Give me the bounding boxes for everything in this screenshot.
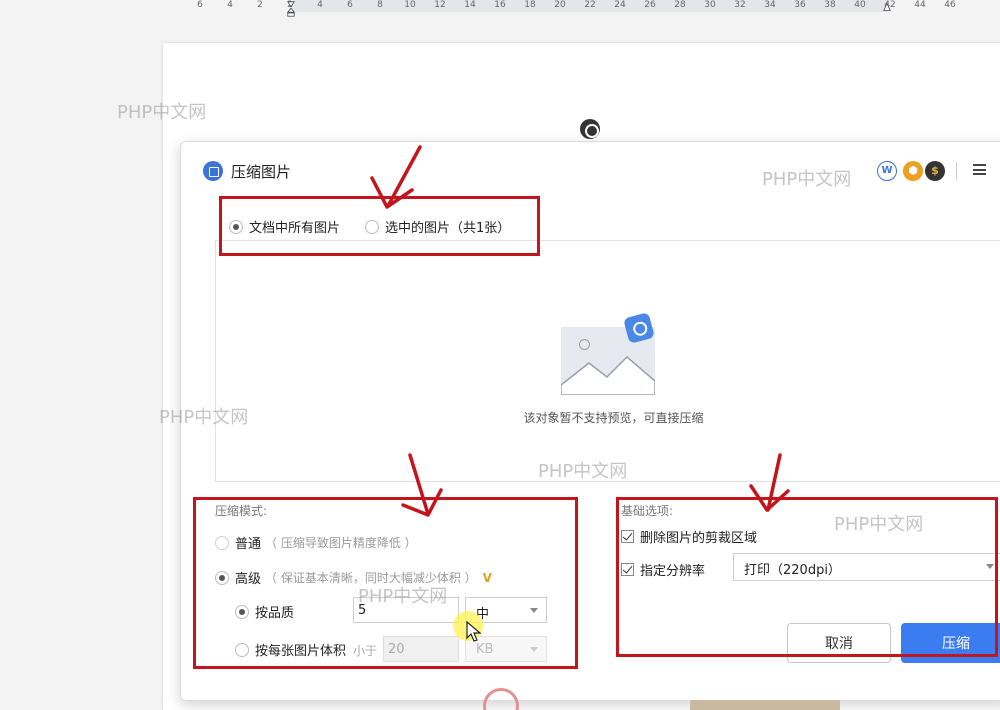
ruler-tick-label: 8 xyxy=(377,0,383,10)
ruler-tick-label: 4 xyxy=(317,0,323,10)
image-preview-area: 该对象暂不支持预览，可直接压缩 xyxy=(215,240,1000,482)
bottom-image-fragment xyxy=(690,700,840,710)
ruler-tick-label: 16 xyxy=(494,0,506,10)
ruler-tick-label: 40 xyxy=(854,0,866,10)
ruler-tick-label: 2 xyxy=(257,0,263,10)
menu-icon[interactable] xyxy=(973,164,986,175)
wps-logo-icon[interactable]: W xyxy=(877,161,897,181)
annotation-box-basic-options xyxy=(616,497,998,657)
right-indent-marker[interactable] xyxy=(883,0,891,18)
preview-message: 该对象暂不支持预览，可直接压缩 xyxy=(523,411,704,425)
ruler-tick-label: 38 xyxy=(824,0,836,10)
ruler-tick-label: 6 xyxy=(347,0,353,10)
ruler-tick-label: 36 xyxy=(794,0,806,10)
ruler-tick-label: 32 xyxy=(734,0,746,10)
ruler-tick-label: 44 xyxy=(914,0,926,10)
compress-app-icon xyxy=(203,161,223,181)
ruler-tick-label: 4 xyxy=(227,0,233,10)
ruler-tick-label: 10 xyxy=(404,0,416,10)
ruler-tick-label: 28 xyxy=(674,0,686,10)
ruler-tick-label: 34 xyxy=(764,0,776,10)
ruler-tick-label: 6 xyxy=(197,0,203,10)
ruler-tick-label: 14 xyxy=(464,0,476,10)
header-divider xyxy=(956,162,957,180)
ruler-tick-label: 18 xyxy=(524,0,536,10)
ruler-tick-label: 24 xyxy=(614,0,626,10)
hexagon-member-icon[interactable]: ⬢ xyxy=(903,161,923,181)
ruler-tick-label: 22 xyxy=(584,0,596,10)
ruler-tick-label: 46 xyxy=(944,0,956,10)
coin-icon[interactable]: $ xyxy=(925,161,945,181)
horizontal-ruler: 6422468101214161820222426283032343638404… xyxy=(0,0,1000,18)
annotation-box-compression-mode xyxy=(193,497,578,669)
dialog-header: 压缩图片 W ⬢ $ xyxy=(181,142,1000,198)
annotation-box-scope xyxy=(219,196,540,256)
rotate-handle-icon[interactable] xyxy=(580,119,600,139)
ruler-tick-label: 26 xyxy=(644,0,656,10)
left-indent-marker[interactable] xyxy=(287,0,295,18)
ruler-tick-label: 20 xyxy=(554,0,566,10)
mouse-cursor-icon xyxy=(466,621,482,642)
dialog-title: 压缩图片 xyxy=(231,163,292,181)
ruler-tick-label: 12 xyxy=(434,0,446,10)
ruler-tick-label: 30 xyxy=(704,0,716,10)
